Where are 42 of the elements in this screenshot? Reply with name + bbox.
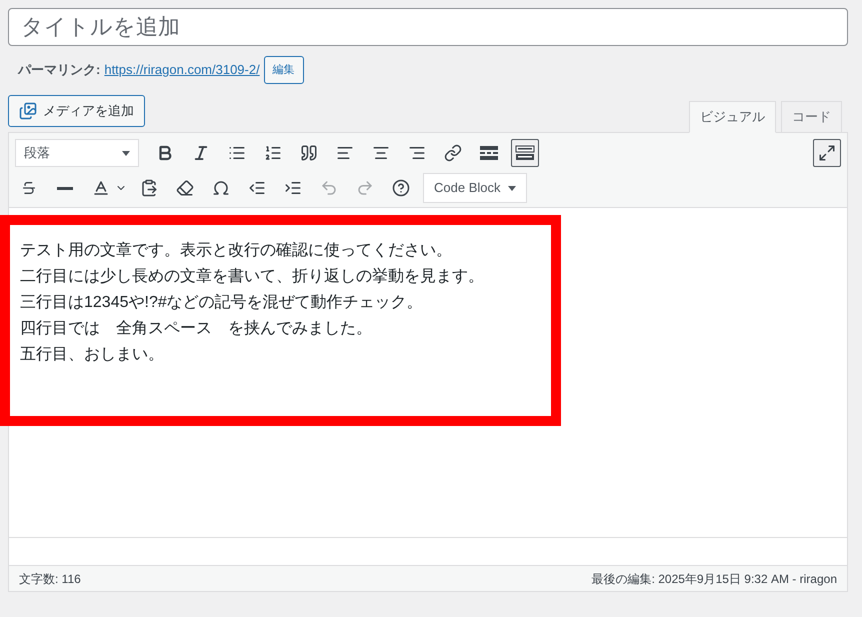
align-center-icon (372, 144, 390, 162)
clear-formatting-icon (176, 179, 194, 197)
editor-tab[interactable]: コード (781, 101, 842, 133)
toolbar-toggle-button[interactable] (511, 139, 539, 167)
title-field[interactable]: タイトルを追加 (8, 8, 848, 46)
link-icon (444, 144, 462, 162)
last-edited: 最後の編集: 2025年9月15日 9:32 AM - riragon (592, 570, 837, 588)
content-line: 五行目、おしまい。 (20, 345, 165, 365)
dropdown-triangle-icon (508, 186, 516, 190)
undo-icon (320, 179, 338, 197)
bulleted-list-icon (228, 144, 246, 162)
blockquote-icon (300, 144, 318, 162)
outdent-icon (248, 179, 266, 197)
edit-permalink-button[interactable]: 編集 (264, 56, 304, 84)
editor-tab[interactable]: ビジュアル (689, 101, 776, 133)
permalink-label: パーマリンク: (18, 61, 100, 80)
content-line: 三行目は12345や!?#などの記号を混ぜて動作チェック。 (20, 292, 424, 313)
align-left-icon (336, 144, 354, 162)
paste-text-icon (140, 179, 158, 197)
text-color-icon (92, 179, 110, 197)
italic-icon (192, 144, 210, 162)
permalink-link[interactable]: https://riragon.com/3109-2/ (104, 60, 260, 80)
align-right-icon (408, 144, 426, 162)
redo-icon (356, 179, 374, 197)
strikethrough-icon (21, 180, 37, 196)
read-more-icon (480, 146, 498, 160)
word-count: 文字数: 116 (19, 570, 81, 588)
content-line: 四行目では 全角スペース を挟んでみました。 (20, 318, 373, 339)
fullscreen-icon (818, 144, 836, 162)
editor-content[interactable]: テスト用の文章です。表示と改行の確認に使ってください。 二行目には少し長めの文章を書いて、折り返しの挙動を見ます。 三行目は12345や!?#などの記号を混ぜて動作チェック。 四行目では 全角スペース を挟んでみました。 五行目、おしまい。 (9, 208, 847, 538)
dropdown-triangle-icon (122, 150, 130, 156)
fullscreen-button[interactable] (813, 139, 841, 167)
media-icon (19, 102, 37, 120)
content-line: テスト用の文章です。表示と改行の確認に使ってください。 (20, 240, 453, 261)
special-character-icon (212, 179, 230, 197)
code-block-select[interactable]: Code Block (423, 173, 528, 203)
format-select[interactable]: 段落 (15, 139, 139, 167)
help-icon (392, 179, 410, 197)
content-line: 二行目には少し長めの文章を書いて、折り返しの挙動を見ます。 (20, 266, 485, 287)
indent-icon (284, 179, 302, 197)
add-media-button[interactable]: メディアを追加 (8, 95, 145, 127)
numbered-list-icon (264, 144, 282, 162)
